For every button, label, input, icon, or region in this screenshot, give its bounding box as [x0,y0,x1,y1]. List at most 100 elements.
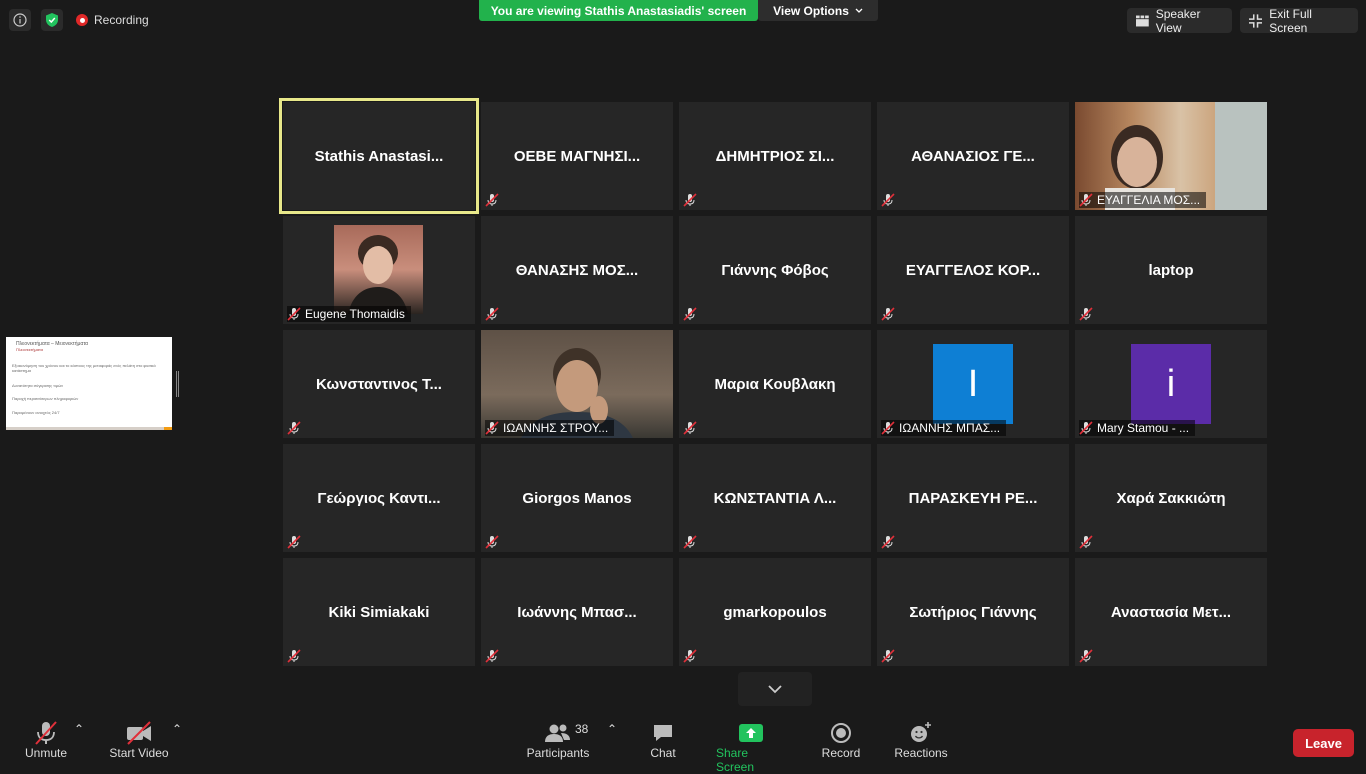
recording-label: Recording [94,13,149,27]
mic-muted-icon [683,193,697,207]
mic-muted-icon [287,535,301,549]
participant-tile[interactable]: ΙΩΑΝΝΗΣ ΣΤΡΟΥ... [481,330,673,438]
mic-muted-icon [287,649,301,663]
chat-label: Chat [650,746,676,760]
slide-subtitle: Πλεονεκτήματα [16,347,43,352]
reactions-icon [909,720,933,746]
unmute-label: Unmute [24,746,68,760]
participant-name: Κωνσταντινος Τ... [316,375,442,393]
mic-muted-icon [683,535,697,549]
participants-label: Participants [526,746,590,760]
mic-muted-icon [683,649,697,663]
participant-tile[interactable]: Giorgos Manos [481,444,673,552]
participant-tile[interactable]: i Mary Stamou - ... [1075,330,1267,438]
participant-tile[interactable]: ΑΘΑΝΑΣΙΟΣ ΓΕ... [877,102,1069,210]
audio-options-caret[interactable]: ⌃ [74,722,84,736]
participant-name: Χαρά Σακκιώτη [1116,489,1226,507]
exit-full-screen-button[interactable]: Exit Full Screen [1240,6,1358,35]
mic-muted-icon [881,649,895,663]
chat-button[interactable]: Chat [650,720,676,760]
viewing-banner: You are viewing Stathis Anastasiadis' sc… [479,0,758,21]
participant-name: ΔΗΜΗΤΡΙΟΣ ΣΙ... [715,147,835,165]
participant-name: ΑΘΑΝΑΣΙΟΣ ΓΕ... [911,147,1035,165]
participant-name-label: ΕΥΑΓΓΕΛΙΑ ΜΟΣ... [1079,192,1207,208]
participant-tile[interactable]: Ιωάννης Μπασ... [481,558,673,666]
bottom-toolbar: Unmute ⌃ Start Video ⌃ Participants 38 ⌃… [0,712,1366,774]
mic-muted-icon [881,307,895,321]
leave-label: Leave [1305,735,1342,751]
participant-tile[interactable]: Stathis Anastasi... [279,98,479,214]
unmute-button[interactable]: Unmute [24,720,68,760]
mic-muted-icon [683,421,697,435]
resize-handle[interactable] [176,371,179,397]
slide-line: Παροχή περισσότερων πληροφοριών [12,396,79,401]
participant-tile[interactable]: Κωνσταντινος Τ... [283,330,475,438]
participant-tile[interactable]: ΕΥΑΓΓΕΛΙΑ ΜΟΣ... [1075,102,1267,210]
participant-tile[interactable]: Αναστασία Μετ... [1075,558,1267,666]
participant-tile[interactable]: Χαρά Σακκιώτη [1075,444,1267,552]
participant-name: gmarkopoulos [723,603,827,621]
mic-muted-icon [881,193,895,207]
speaker-view-icon [1136,15,1149,26]
share-screen-button[interactable]: Share Screen [716,720,786,774]
record-label: Record [821,746,861,760]
mic-muted-icon [287,307,301,321]
reactions-label: Reactions [894,746,948,760]
mic-muted-icon [34,720,58,746]
record-button[interactable]: Record [821,720,861,760]
recording-indicator[interactable]: Recording [76,9,149,31]
mic-muted-icon [1079,307,1093,321]
participant-tile[interactable]: ΕΥΑΓΓΕΛΟΣ ΚΟΡ... [877,216,1069,324]
mic-muted-icon [485,421,499,435]
mic-muted-icon [881,421,895,435]
participant-name: Σωτήριος Γιάννης [909,603,1037,621]
share-screen-icon [739,720,763,746]
participant-tile[interactable]: Eugene Thomaidis [283,216,475,324]
next-page-button[interactable] [738,672,812,706]
shared-screen-thumbnail[interactable]: Πλεονεκτήματα – Μειονεκτήματα Πλεονεκτήμ… [6,337,172,430]
participant-count: 38 [575,722,589,736]
participant-tile[interactable]: ΘΑΝΑΣΗΣ ΜΟΣ... [481,216,673,324]
start-video-button[interactable]: Start Video [109,720,169,760]
participant-tile[interactable]: ΟΕΒΕ ΜΑΓΝΗΣΙ... [481,102,673,210]
participant-tile[interactable]: Kiki Simiakaki [283,558,475,666]
mic-muted-icon [683,307,697,321]
exit-full-screen-label: Exit Full Screen [1269,6,1312,35]
exit-full-screen-icon [1249,13,1263,28]
camera-off-icon [125,720,153,746]
participant-tile[interactable]: ΚΩΝΣΤΑΝΤΙΑ Λ... [679,444,871,552]
participant-name: Μαρια Κουβλακη [714,375,836,393]
mic-muted-icon [485,535,499,549]
participant-name: Giorgos Manos [522,489,632,507]
slide-line: Παραμένουν ανοιχτός 24/7 [12,410,60,415]
participant-tile[interactable]: ΔΗΜΗΤΡΙΟΣ ΣΙ... [679,102,871,210]
participant-tile[interactable]: Σωτήριος Γιάννης [877,558,1069,666]
record-icon [830,720,852,746]
participant-name: Αναστασία Μετ... [1110,603,1232,621]
participants-options-caret[interactable]: ⌃ [607,722,617,736]
mic-muted-icon [881,535,895,549]
slide-line: Δυνατότητα σύγκρισης τιμών [12,383,64,388]
share-screen-label: Share Screen [716,746,755,774]
participant-tile[interactable]: Γεώργιος Καντι... [283,444,475,552]
participant-tile[interactable]: Γιάννης Φόβος [679,216,871,324]
info-icon[interactable] [9,9,31,31]
reactions-button[interactable]: Reactions [894,720,948,760]
participant-name: Γεώργιος Καντι... [317,489,441,507]
leave-button[interactable]: Leave [1293,729,1354,757]
participant-tile[interactable]: Μαρια Κουβλακη [679,330,871,438]
participant-name: Kiki Simiakaki [328,603,430,621]
mic-muted-icon [1079,421,1093,435]
speaker-view-label: Speaker View [1155,6,1201,35]
speaker-view-button[interactable]: Speaker View [1127,6,1232,35]
shield-icon[interactable] [41,9,63,31]
participant-tile[interactable]: laptop [1075,216,1267,324]
view-options-button[interactable]: View Options [758,0,878,21]
participant-tile[interactable]: gmarkopoulos [679,558,871,666]
top-bar: Recording You are viewing Stathis Anasta… [0,0,1366,40]
video-options-caret[interactable]: ⌃ [172,722,182,736]
participant-tile[interactable]: I ΙΩΑΝΝΗΣ ΜΠΑΣ... [877,330,1069,438]
participant-profile-photo [334,225,423,314]
participant-tile[interactable]: ΠΑΡΑΣΚΕΥΗ ΡΕ... [877,444,1069,552]
participant-name-label: Mary Stamou - ... [1079,420,1196,436]
